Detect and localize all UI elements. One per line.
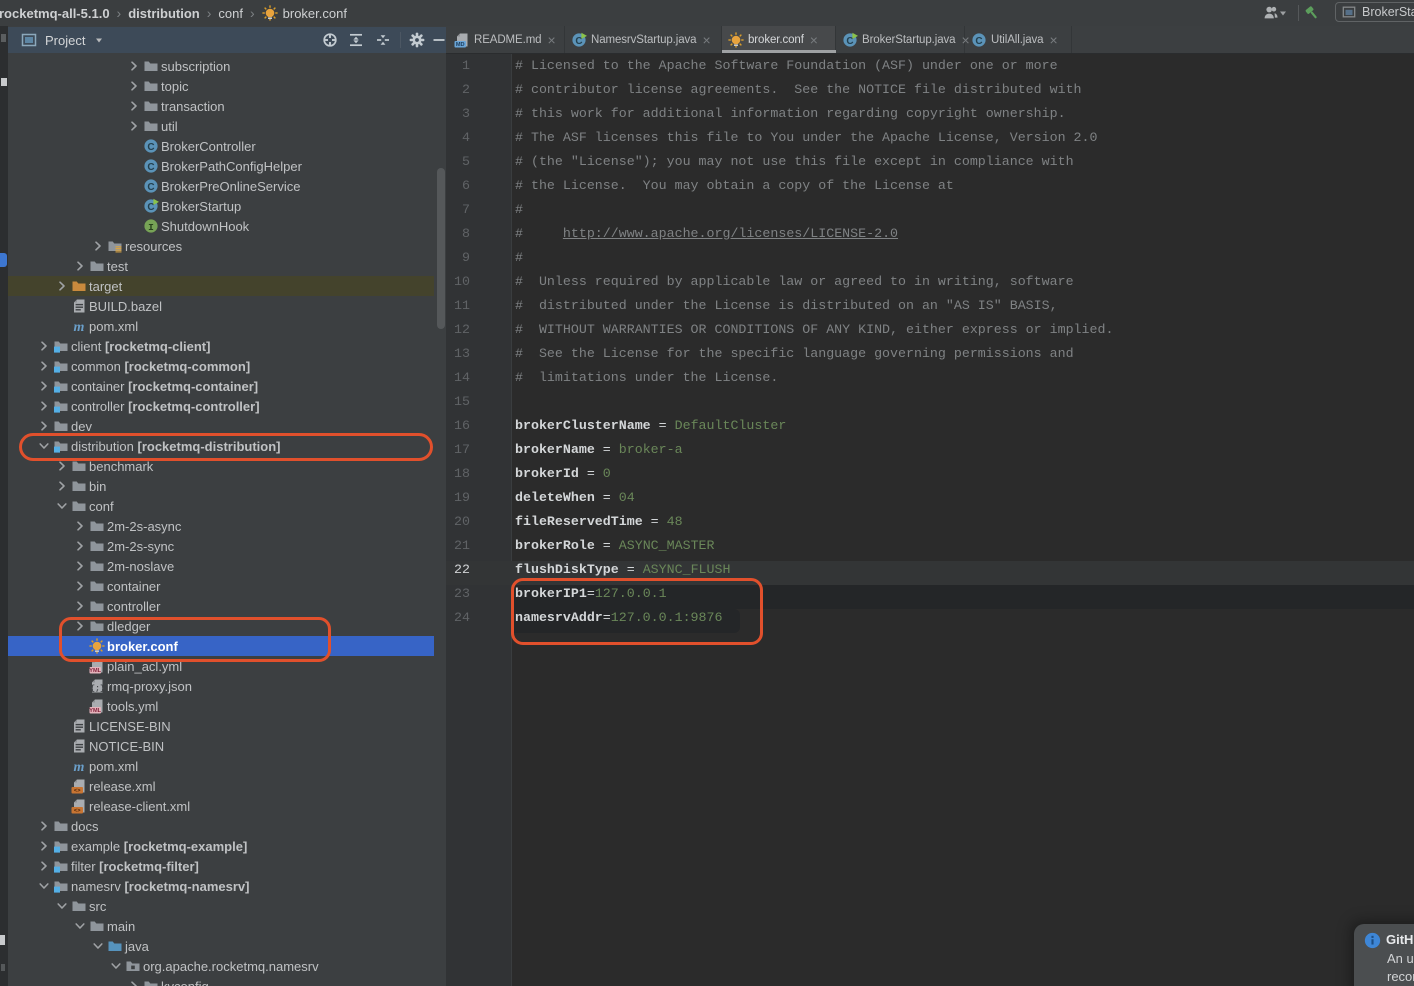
svg-text:C: C	[975, 36, 982, 47]
svg-text:{;}: {;}	[90, 685, 105, 694]
svg-text:C: C	[147, 182, 154, 193]
svg-text:m: m	[74, 320, 85, 334]
svg-text:I: I	[148, 222, 154, 233]
svg-text:YML: YML	[89, 668, 101, 674]
svg-text:C: C	[147, 142, 154, 153]
svg-text:m: m	[74, 760, 85, 774]
svg-text:YML: YML	[89, 708, 101, 714]
svg-text:<>: <>	[74, 808, 81, 814]
svg-text:MD: MD	[456, 42, 465, 48]
svg-text:C: C	[147, 162, 154, 173]
svg-text:<>: <>	[74, 788, 81, 794]
